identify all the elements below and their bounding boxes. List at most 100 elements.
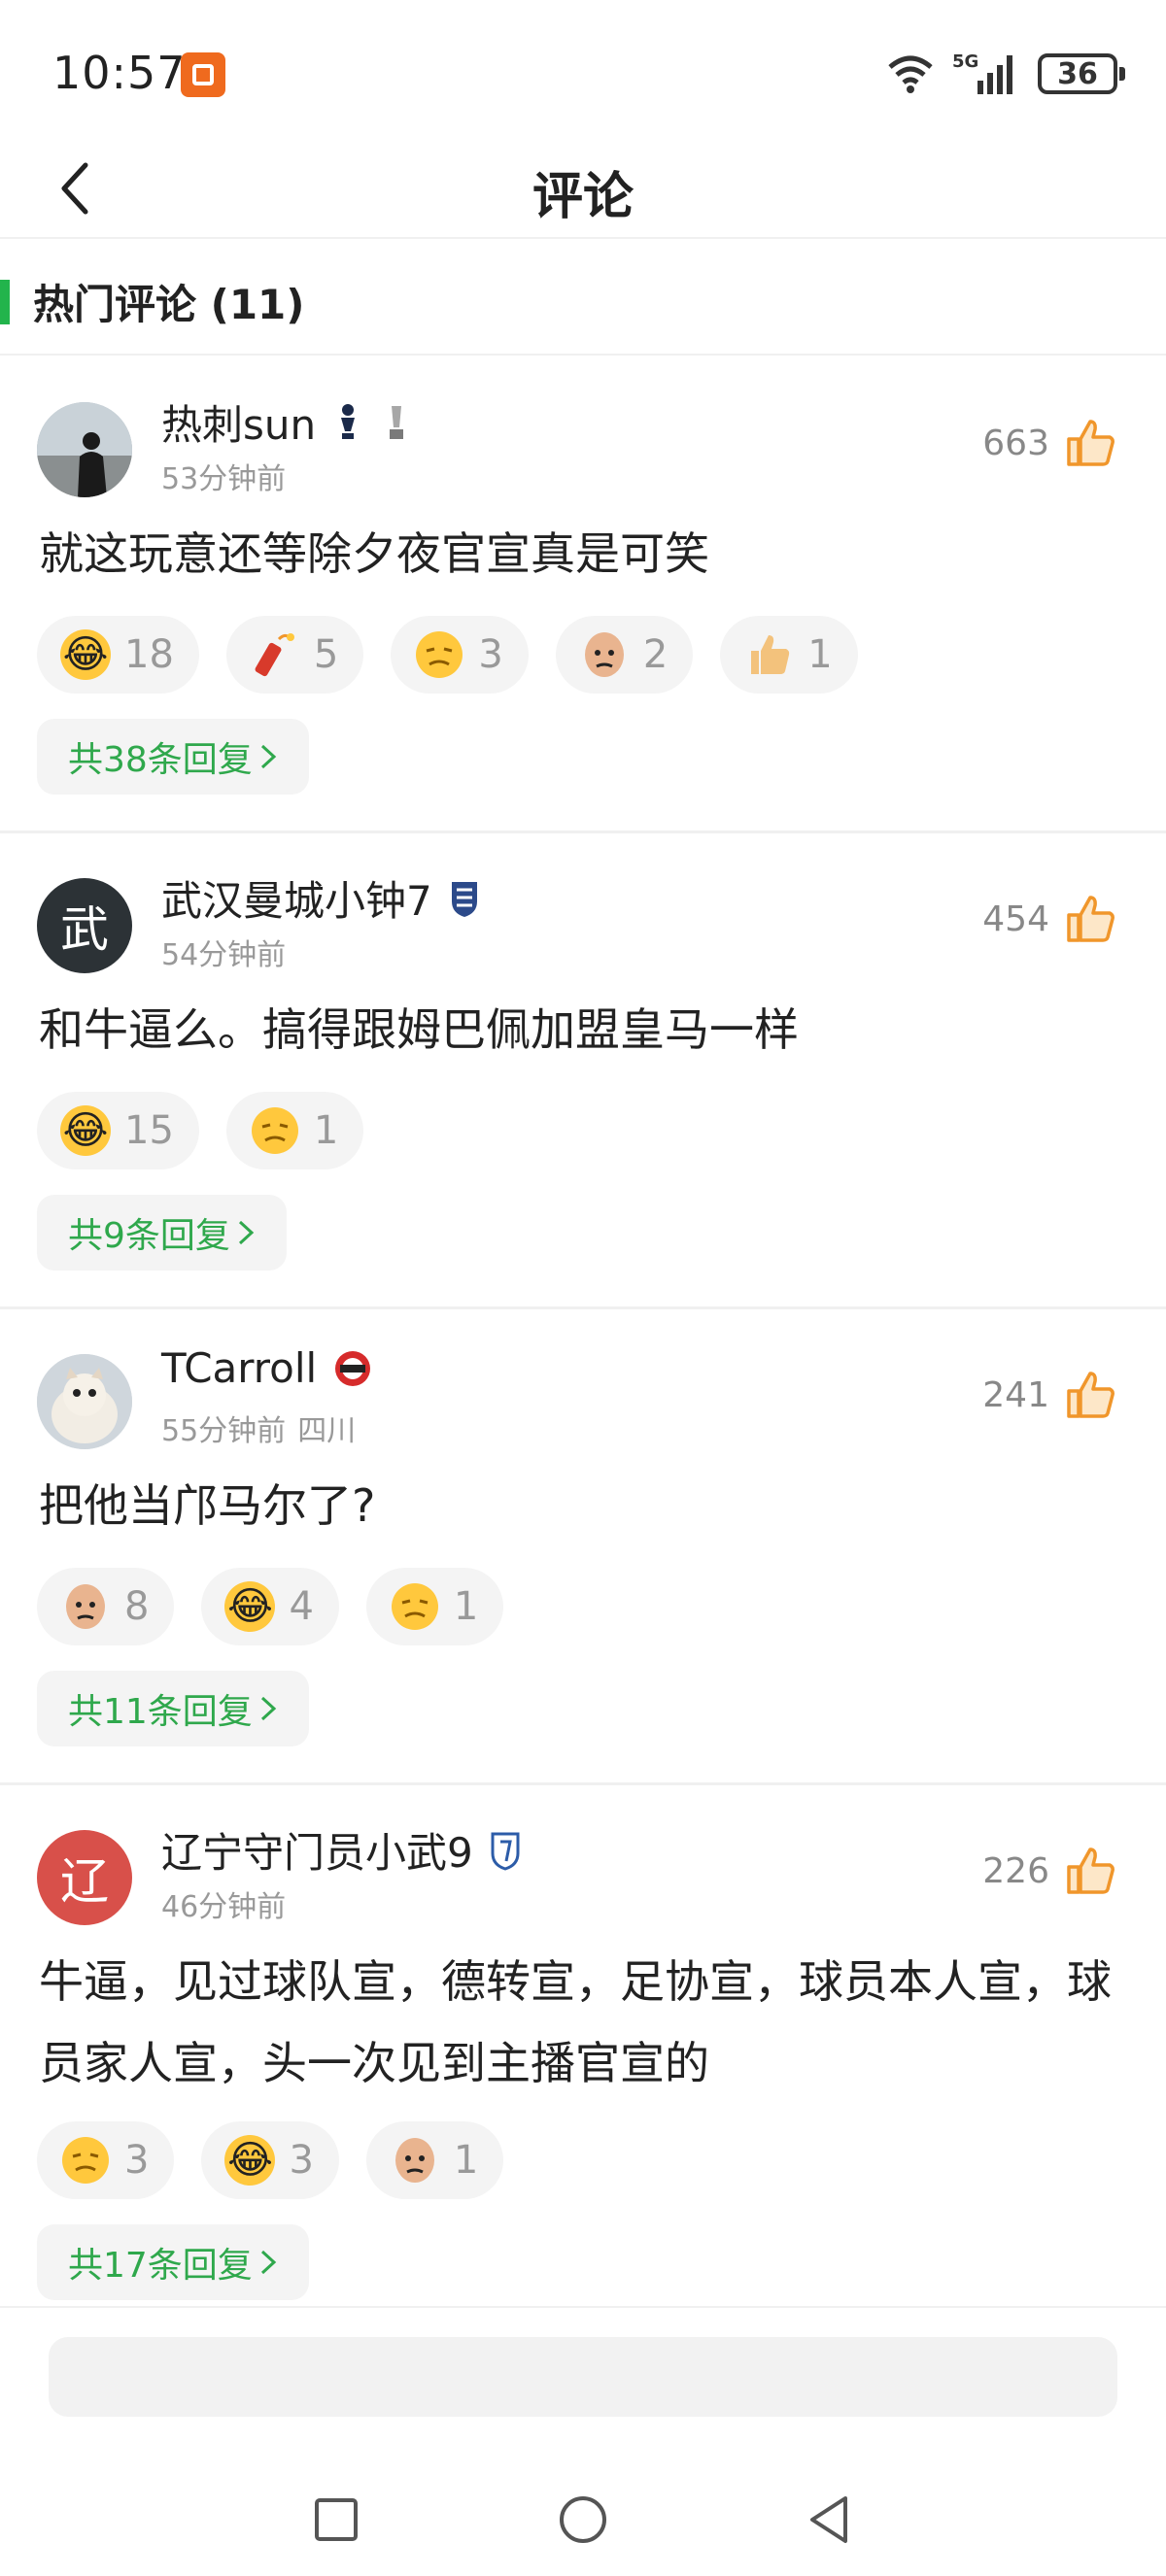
reaction-count: 1 <box>807 632 833 677</box>
avatar[interactable]: 辽 <box>37 1830 132 1925</box>
like-count: 226 <box>982 1850 1049 1891</box>
like-button[interactable]: 454 <box>982 892 1117 946</box>
view-replies-button[interactable]: 共17条回复 <box>37 2224 309 2300</box>
status-bar: 10:57 5G 36 <box>0 0 1166 146</box>
username[interactable]: 热刺sun <box>161 392 316 452</box>
comment-region: 四川 <box>297 1414 357 1448</box>
comment-meta: 55分钟前 四川 <box>161 1407 356 1449</box>
comment-meta: 46分钟前 <box>161 1882 286 1925</box>
reaction-count: 18 <box>124 632 174 677</box>
comment-item: TCarroll 55分钟前 四川 241 把他当邝马尔了? 8 😂 4 1 共… <box>0 1309 1166 1785</box>
smug-emoji-icon <box>60 2135 111 2186</box>
reaction-chip[interactable]: 1 <box>720 616 858 694</box>
avatar[interactable] <box>37 402 132 497</box>
view-replies-button[interactable]: 共9条回复 <box>37 1195 287 1271</box>
status-time: 10:57 <box>52 47 187 99</box>
reaction-chip[interactable]: 😂 4 <box>201 1568 339 1645</box>
header: 评论 <box>0 146 1166 239</box>
comment-text: 把他当邝马尔了? <box>39 1479 376 1532</box>
section-accent-bar <box>0 280 10 324</box>
reaction-row: 8 😂 4 1 <box>37 1568 504 1645</box>
reaction-count: 3 <box>289 2138 314 2183</box>
comment-time: 53分钟前 <box>161 462 287 496</box>
user-line: 武汉曼城小钟7 <box>161 868 481 928</box>
comment-text: 牛逼，见过球队宣，德转宣，足协宣，球员本人宣，球员家人宣，头一次见到主播官宣的 <box>39 1955 1112 2089</box>
comment-meta: 53分钟前 <box>161 455 286 497</box>
reaction-chip[interactable]: 😂 15 <box>37 1092 199 1169</box>
wifi-icon <box>888 55 933 93</box>
club-crest-icon <box>335 1350 371 1386</box>
reaction-chip[interactable]: 1 <box>365 1568 504 1645</box>
smug-emoji-icon <box>414 629 464 680</box>
laugh-cry-emoji-icon: 😂 <box>60 1105 111 1156</box>
club-crest-icon <box>451 881 477 917</box>
reaction-chip[interactable]: 1 <box>365 2121 504 2199</box>
cellular-signal-icon: 5G <box>952 51 1012 94</box>
hot-comments-header: 热门评论 (11) <box>0 249 1166 356</box>
reaction-chip[interactable]: 8 <box>37 1568 175 1645</box>
battery-level: 36 <box>1057 56 1098 91</box>
reply-count-label: 共11条回复 <box>68 1692 253 1732</box>
app-notification-icon <box>181 52 225 97</box>
username[interactable]: 武汉曼城小钟7 <box>161 868 432 928</box>
avatar[interactable] <box>37 1354 132 1449</box>
svg-text:5G: 5G <box>952 51 978 72</box>
back-triangle-icon[interactable] <box>801 2491 859 2549</box>
user-line: 热刺sun <box>161 392 413 452</box>
reaction-count: 1 <box>453 2138 479 2183</box>
reaction-row: 😂 18 5 3 2 1 <box>37 616 858 694</box>
reaction-count: 3 <box>124 2138 150 2183</box>
bald-face-emoji-icon <box>579 629 630 680</box>
reaction-count: 8 <box>124 1584 150 1629</box>
comment-time: 55分钟前 <box>161 1414 287 1448</box>
comment-item: 热刺sun 53分钟前 663 就这玩意还等除夕夜官宣真是可笑 😂 18 5 3… <box>0 357 1166 833</box>
smug-emoji-icon <box>250 1105 300 1156</box>
chevron-right-icon <box>260 744 277 769</box>
recent-apps-icon[interactable] <box>307 2491 365 2549</box>
thumbs-up-icon <box>1067 1372 1115 1418</box>
team-badge-icon <box>341 403 356 439</box>
section-title: 热门评论 (11) <box>33 281 305 328</box>
club-crest-icon <box>491 1832 520 1871</box>
reaction-chip[interactable]: 5 <box>225 616 364 694</box>
username[interactable]: 辽宁守门员小武9 <box>161 1820 473 1880</box>
like-button[interactable]: 226 <box>982 1844 1117 1898</box>
comment-input[interactable] <box>49 2337 1117 2417</box>
chevron-right-icon <box>238 1220 255 1245</box>
reaction-chip[interactable]: 3 <box>37 2121 175 2199</box>
avatar-silhouette <box>37 402 132 497</box>
username[interactable]: TCarroll <box>161 1344 317 1392</box>
view-replies-button[interactable]: 共38条回复 <box>37 719 309 795</box>
reaction-row: 😂 15 1 <box>37 1092 364 1169</box>
avatar[interactable]: 武 <box>37 878 132 973</box>
reaction-count: 5 <box>313 632 339 677</box>
smug-emoji-icon <box>390 1581 440 1632</box>
like-count: 663 <box>982 423 1049 463</box>
comment-time: 46分钟前 <box>161 1890 287 1924</box>
chevron-right-icon <box>260 2250 277 2275</box>
laugh-cry-emoji-icon: 😂 <box>224 2135 276 2186</box>
trophy-badge-icon <box>390 405 404 439</box>
view-replies-button[interactable]: 共11条回复 <box>37 1671 309 1746</box>
reaction-chip[interactable]: 3 <box>391 616 529 694</box>
reaction-count: 2 <box>642 632 669 677</box>
home-icon[interactable] <box>554 2491 612 2549</box>
reaction-chip[interactable]: 1 <box>225 1092 364 1169</box>
reply-count-label: 共9条回复 <box>68 1216 230 1256</box>
reaction-chip[interactable]: 😂 3 <box>201 2121 339 2199</box>
avatar-initial: 辽 <box>60 1853 109 1910</box>
system-nav-bar <box>0 2473 1166 2570</box>
thumbs-up-icon <box>1067 420 1115 466</box>
reaction-chip[interactable]: 😂 18 <box>37 616 199 694</box>
avatar-initial: 武 <box>60 901 109 958</box>
reaction-chip[interactable]: 2 <box>555 616 694 694</box>
like-button[interactable]: 663 <box>982 416 1117 470</box>
comment-text: 就这玩意还等除夕夜官宣真是可笑 <box>39 527 709 580</box>
comment-time: 54分钟前 <box>161 938 287 972</box>
bald-face-emoji-icon <box>390 2135 440 2186</box>
user-line: 辽宁守门员小武9 <box>161 1820 522 1880</box>
reaction-row: 3 😂 3 1 <box>37 2121 504 2199</box>
comment-item: 武 武汉曼城小钟7 54分钟前 454 和牛逼么。搞得跟姆巴佩加盟皇马一样 😂 … <box>0 833 1166 1309</box>
like-button[interactable]: 241 <box>982 1368 1117 1422</box>
reply-count-label: 共17条回复 <box>68 2246 253 2286</box>
